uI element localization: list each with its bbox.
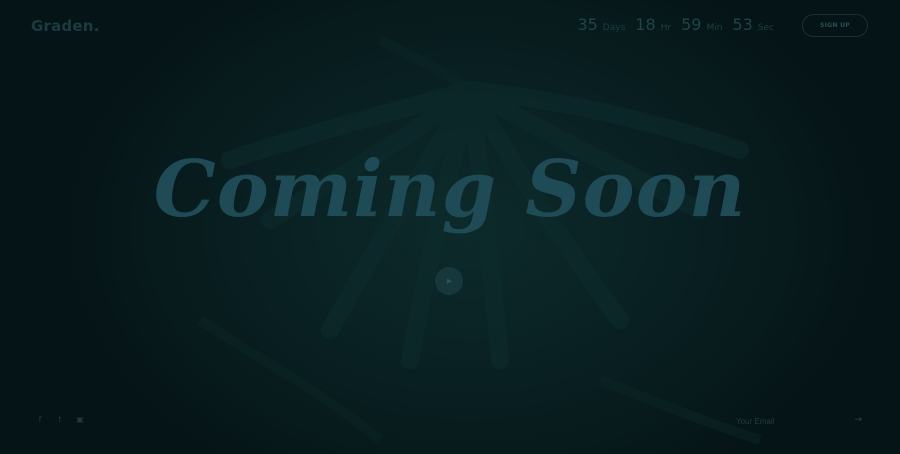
email-input[interactable] xyxy=(736,413,846,429)
play-icon: ▶ xyxy=(446,278,453,285)
countdown-timer: 35 Days 18 Hr 59 Min 53 Sec xyxy=(577,15,774,34)
countdown-minutes-value: 59 xyxy=(681,15,702,34)
social-links: f t ▣ xyxy=(36,415,84,424)
signup-button[interactable]: SIGN UP xyxy=(802,14,868,37)
countdown-seconds: 53 Sec xyxy=(732,15,774,34)
site-logo[interactable]: Graden. xyxy=(31,17,100,35)
hero-heading: Coming Soon xyxy=(0,128,900,258)
countdown-hours-value: 18 xyxy=(635,15,656,34)
countdown-seconds-label: Sec xyxy=(757,23,774,33)
countdown-days-value: 35 xyxy=(577,15,598,34)
countdown-days-label: Days xyxy=(602,23,626,33)
countdown-minutes: 59 Min xyxy=(681,15,722,34)
countdown-days: 35 Days xyxy=(577,15,625,34)
hero-title-text: Coming Soon xyxy=(154,144,747,235)
countdown-minutes-label: Min xyxy=(706,23,723,33)
twitter-icon[interactable]: t xyxy=(56,415,64,424)
hero-title-svg: Coming Soon xyxy=(154,144,747,235)
countdown-hours: 18 Hr xyxy=(635,15,671,34)
countdown-seconds-value: 53 xyxy=(732,15,753,34)
submit-arrow-icon[interactable]: → xyxy=(854,415,862,425)
play-video-button[interactable]: ▶ xyxy=(435,267,463,295)
countdown-hours-label: Hr xyxy=(660,23,672,33)
facebook-icon[interactable]: f xyxy=(36,415,44,424)
newsletter-form: → xyxy=(736,413,866,429)
youtube-icon[interactable]: ▣ xyxy=(76,415,84,424)
top-navigation: Graden. 35 Days 18 Hr 59 Min 53 Sec SIGN… xyxy=(0,0,900,52)
